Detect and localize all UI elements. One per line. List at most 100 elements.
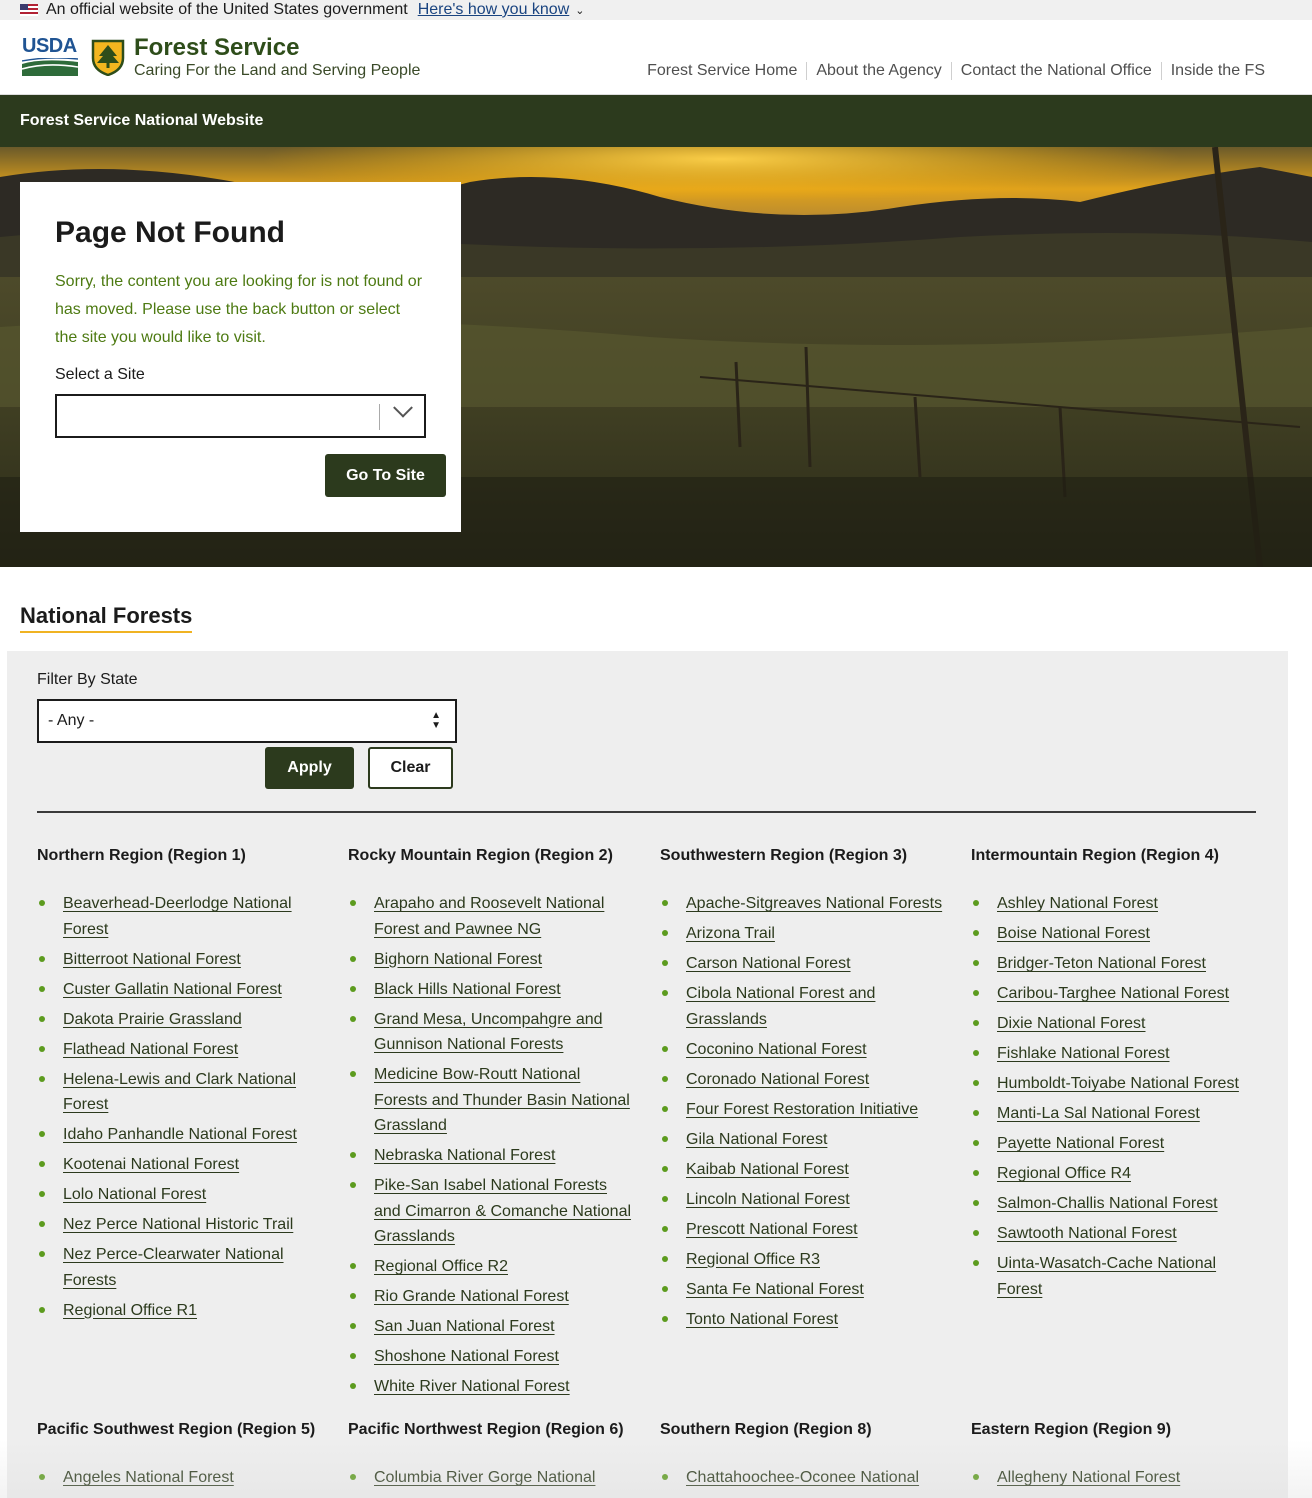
apply-button[interactable]: Apply: [265, 747, 354, 789]
forest-link[interactable]: Coconino National Forest: [686, 1041, 867, 1058]
forest-link[interactable]: Nez Perce-Clearwater National Forests: [63, 1246, 284, 1289]
site-title-bar: Forest Service National Website: [0, 95, 1312, 147]
clear-button[interactable]: Clear: [368, 747, 453, 789]
forest-link[interactable]: Grand Mesa, Uncompahgre and Gunnison Nat…: [374, 1011, 603, 1054]
forest-link[interactable]: Gila National Forest: [686, 1131, 827, 1148]
list-item: Manti-La Sal National Forest: [971, 1101, 1261, 1127]
forest-link[interactable]: Sawtooth National Forest: [997, 1225, 1177, 1242]
forest-link[interactable]: Payette National Forest: [997, 1135, 1164, 1152]
list-item: Ashley National Forest: [971, 891, 1261, 917]
forest-link[interactable]: Apache-Sitgreaves National Forests: [686, 895, 942, 912]
list-item: White River National Forest: [348, 1374, 638, 1400]
forest-link[interactable]: Santa Fe National Forest: [686, 1281, 864, 1298]
list-item: Kootenai National Forest: [37, 1152, 327, 1178]
forest-link[interactable]: Coronado National Forest: [686, 1071, 869, 1088]
sort-arrows-icon: ▲ ▼: [431, 710, 441, 731]
forest-link[interactable]: Humboldt-Toiyabe National Forest: [997, 1075, 1239, 1092]
list-item: Apache-Sitgreaves National Forests: [660, 891, 950, 917]
region-column: Eastern Region (Region 9) Allegheny Natio…: [971, 1421, 1261, 1495]
forest-link[interactable]: San Juan National Forest: [374, 1318, 555, 1335]
select-divider: [379, 404, 380, 430]
forest-link[interactable]: Regional Office R3: [686, 1251, 820, 1268]
select-site-dropdown[interactable]: [55, 394, 426, 438]
forest-link[interactable]: Arapaho and Roosevelt National Forest an…: [374, 895, 604, 938]
forest-service-shield-icon[interactable]: [90, 38, 126, 76]
forest-link[interactable]: Shoshone National Forest: [374, 1348, 559, 1365]
forest-link[interactable]: Kaibab National Forest: [686, 1161, 849, 1178]
forest-link[interactable]: Fishlake National Forest: [997, 1045, 1170, 1062]
forest-link[interactable]: Black Hills National Forest: [374, 981, 561, 998]
nav-forest-service-home[interactable]: Forest Service Home: [638, 62, 806, 80]
go-to-site-button[interactable]: Go To Site: [325, 454, 446, 497]
agency-title[interactable]: Forest Service: [134, 34, 299, 62]
site-title[interactable]: Forest Service National Website: [20, 112, 263, 130]
list-item: Rio Grande National Forest: [348, 1284, 638, 1310]
region-column: Intermountain Region (Region 4) Ashley Na…: [971, 847, 1261, 1307]
region-title: Pacific Northwest Region (Region 6): [348, 1421, 624, 1438]
list-item: Coronado National Forest: [660, 1067, 950, 1093]
forest-link[interactable]: Regional Office R2: [374, 1258, 508, 1275]
forest-link[interactable]: White River National Forest: [374, 1378, 570, 1395]
forest-link[interactable]: Lolo National Forest: [63, 1186, 206, 1203]
forest-link[interactable]: Tonto National Forest: [686, 1311, 838, 1328]
nav-inside-the-fs[interactable]: Inside the FS: [1160, 62, 1274, 80]
list-item: Lolo National Forest: [37, 1182, 327, 1208]
forest-link[interactable]: Allegheny National Forest: [997, 1469, 1180, 1486]
forest-link[interactable]: Nebraska National Forest: [374, 1147, 555, 1164]
list-item: San Juan National Forest: [348, 1314, 638, 1340]
list-item: Fishlake National Forest: [971, 1041, 1261, 1067]
forest-link[interactable]: Custer Gallatin National Forest: [63, 981, 282, 998]
usda-logo[interactable]: USDA: [22, 36, 78, 76]
forest-link[interactable]: Rio Grande National Forest: [374, 1288, 569, 1305]
list-item: Santa Fe National Forest: [660, 1277, 950, 1303]
forest-link[interactable]: Boise National Forest: [997, 925, 1150, 942]
forest-link[interactable]: Regional Office R4: [997, 1165, 1131, 1182]
forest-link[interactable]: Angeles National Forest: [63, 1469, 234, 1486]
list-item: Dixie National Forest: [971, 1011, 1261, 1037]
not-found-message: Sorry, the content you are looking for i…: [55, 273, 423, 346]
forest-link[interactable]: Bighorn National Forest: [374, 951, 542, 968]
forest-link[interactable]: Dakota Prairie Grassland: [63, 1011, 242, 1028]
forest-link[interactable]: Kootenai National Forest: [63, 1156, 239, 1173]
nav-about-the-agency[interactable]: About the Agency: [806, 62, 950, 80]
forest-link[interactable]: Regional Office R1: [63, 1302, 197, 1319]
list-item: Nez Perce-Clearwater National Forests: [37, 1242, 327, 1293]
list-item: Beaverhead-Deerlodge National Forest: [37, 891, 327, 942]
hero-section: Page Not Found Sorry, the content you ar…: [0, 147, 1312, 567]
forest-link[interactable]: Arizona Trail: [686, 925, 775, 942]
how-you-know-link[interactable]: Here's how you know: [418, 1, 570, 19]
list-item: Sawtooth National Forest: [971, 1221, 1261, 1247]
forest-link[interactable]: Medicine Bow-Routt National Forests and …: [374, 1066, 630, 1134]
forest-link[interactable]: Ashley National Forest: [997, 895, 1158, 912]
forest-link[interactable]: Cibola National Forest and Grasslands: [686, 985, 875, 1028]
forest-link[interactable]: Helena-Lewis and Clark National Forest: [63, 1071, 296, 1114]
forest-link[interactable]: Lincoln National Forest: [686, 1191, 850, 1208]
nav-contact-national-office[interactable]: Contact the National Office: [950, 62, 1161, 80]
forest-link[interactable]: Prescott National Forest: [686, 1221, 858, 1238]
region-forest-list: Ashley National Forest Boise National For…: [971, 891, 1261, 1302]
chevron-down-icon[interactable]: ⌄: [575, 4, 584, 17]
forest-link[interactable]: Chattahoochee-Oconee National: [686, 1469, 919, 1486]
forest-link[interactable]: Uinta-Wasatch-Cache National Forest: [997, 1255, 1216, 1298]
region-title: Southern Region (Region 8): [660, 1421, 872, 1438]
list-item: Four Forest Restoration Initiative: [660, 1097, 950, 1123]
forest-link[interactable]: Pike-San Isabel National Forests and Cim…: [374, 1177, 631, 1245]
forest-link[interactable]: Bridger-Teton National Forest: [997, 955, 1206, 972]
forest-link[interactable]: Caribou-Targhee National Forest: [997, 985, 1229, 1002]
forest-link[interactable]: Flathead National Forest: [63, 1041, 238, 1058]
forest-link[interactable]: Beaverhead-Deerlodge National Forest: [63, 895, 292, 938]
forest-link[interactable]: Four Forest Restoration Initiative: [686, 1101, 918, 1118]
forest-link[interactable]: Salmon-Challis National Forest: [997, 1195, 1218, 1212]
forest-link[interactable]: Carson National Forest: [686, 955, 851, 972]
state-filter-select[interactable]: - Any - ▲ ▼: [37, 699, 457, 743]
forest-link[interactable]: Nez Perce National Historic Trail: [63, 1216, 293, 1233]
forest-link[interactable]: Bitterroot National Forest: [63, 951, 241, 968]
forest-link[interactable]: Columbia River Gorge National: [374, 1469, 595, 1486]
page-title: Page Not Found: [55, 216, 285, 249]
list-item: Salmon-Challis National Forest: [971, 1191, 1261, 1217]
forest-link[interactable]: Dixie National Forest: [997, 1015, 1146, 1032]
region-forest-list: Arapaho and Roosevelt National Forest an…: [348, 891, 638, 1400]
forest-link[interactable]: Idaho Panhandle National Forest: [63, 1126, 297, 1143]
chevron-down-icon[interactable]: [393, 397, 413, 418]
forest-link[interactable]: Manti-La Sal National Forest: [997, 1105, 1200, 1122]
